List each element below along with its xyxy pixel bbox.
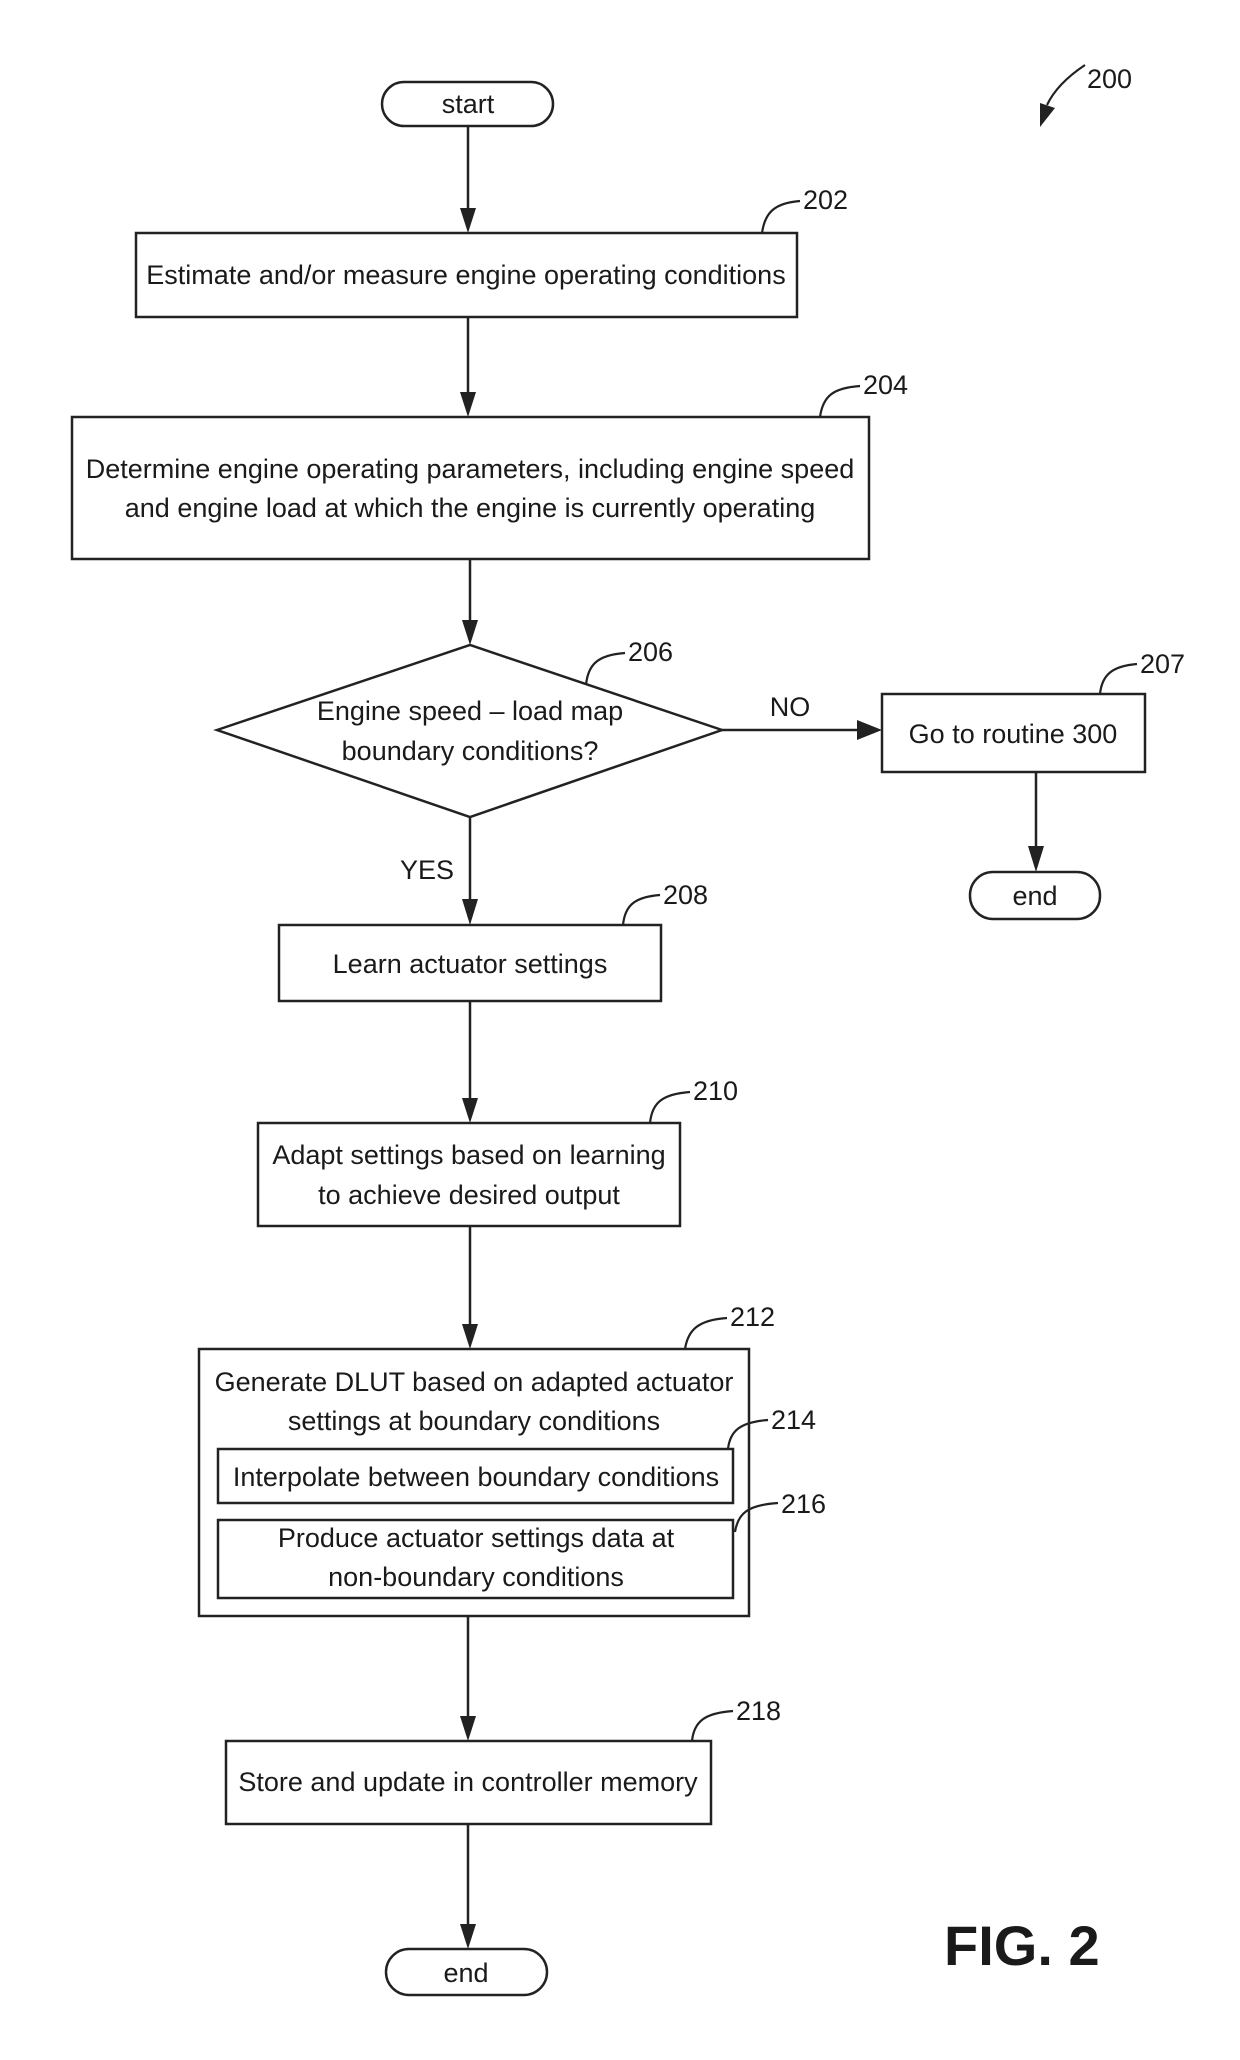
end-right-label: end <box>1012 881 1057 911</box>
step-218: Store and update in controller memory 21… <box>224 1696 781 1826</box>
arrow-212-to-218 <box>460 1616 476 1741</box>
step-207-leader <box>1098 662 1138 695</box>
arrow-206-no-to-207: NO <box>722 692 882 740</box>
end-terminal-right: end <box>968 870 1102 921</box>
reference-200-arrow <box>1046 64 1086 106</box>
step-204-box <box>70 415 871 561</box>
arrow-210-to-212 <box>462 1226 478 1349</box>
decision-206-ref: 206 <box>628 637 673 667</box>
step-208-text: Learn actuator settings <box>333 949 608 979</box>
step-210: Adapt settings based on learning to achi… <box>256 1076 738 1228</box>
step-202-text: Estimate and/or measure engine operating… <box>146 260 785 290</box>
figure-reference-200: 200 <box>1040 64 1132 127</box>
arrow-207-to-end <box>1028 772 1044 872</box>
step-218-text: Store and update in controller memory <box>238 1767 698 1797</box>
step-204-leader <box>818 384 861 418</box>
step-210-text-line2: to achieve desired output <box>318 1180 620 1210</box>
edge-no-label: NO <box>770 692 811 722</box>
step-214-ref: 214 <box>771 1405 816 1435</box>
end-terminal-bottom: end <box>384 1947 549 1997</box>
step-214-text: Interpolate between boundary conditions <box>233 1462 719 1492</box>
edge-yes-label: YES <box>400 855 454 885</box>
decision-206-text-line2: boundary conditions? <box>342 736 599 766</box>
step-207-ref: 207 <box>1140 649 1185 679</box>
start-label: start <box>442 89 495 119</box>
step-202-ref: 202 <box>803 185 848 215</box>
step-218-ref: 218 <box>736 1696 781 1726</box>
step-210-leader <box>648 1090 691 1124</box>
arrow-start-to-202 <box>460 126 476 233</box>
step-212-text-line1: Generate DLUT based on adapted actuator <box>215 1367 734 1397</box>
step-208-leader <box>621 893 661 926</box>
decision-206-text-line1: Engine speed – load map <box>317 696 623 726</box>
step-212-leader <box>683 1316 728 1350</box>
decision-206-leader <box>584 651 626 686</box>
start-terminal: start <box>380 80 555 128</box>
step-212-ref: 212 <box>730 1302 775 1332</box>
arrow-208-to-210 <box>462 1001 478 1123</box>
step-207: Go to routine 300 207 <box>880 649 1185 774</box>
step-202-leader <box>760 199 801 234</box>
step-207-text: Go to routine 300 <box>909 719 1118 749</box>
step-204: Determine engine operating parameters, i… <box>70 370 908 561</box>
step-210-box <box>256 1121 682 1228</box>
arrow-206-yes-to-208: YES <box>400 817 478 925</box>
arrow-202-to-204 <box>460 317 476 417</box>
reference-200-label: 200 <box>1087 64 1132 94</box>
step-202: Estimate and/or measure engine operating… <box>134 185 848 319</box>
figure-label: FIG. 2 <box>944 1914 1100 1977</box>
step-208: Learn actuator settings 208 <box>277 880 708 1003</box>
decision-206-diamond <box>213 643 726 819</box>
step-216-ref: 216 <box>781 1489 826 1519</box>
step-210-text-line1: Adapt settings based on learning <box>272 1140 665 1170</box>
reference-200-arrowhead <box>1040 103 1055 127</box>
step-218-leader <box>690 1709 734 1742</box>
step-216-text-line2: non-boundary conditions <box>328 1562 624 1592</box>
end-bottom-label: end <box>443 1958 488 1988</box>
step-208-ref: 208 <box>663 880 708 910</box>
step-212-text-line2: settings at boundary conditions <box>288 1406 660 1436</box>
flowchart: 200 start Estimate and/or measure engine… <box>70 64 1185 1997</box>
step-204-text-line1: Determine engine operating parameters, i… <box>86 454 855 484</box>
step-204-ref: 204 <box>863 370 908 400</box>
step-210-ref: 210 <box>693 1076 738 1106</box>
step-216-text-line1: Produce actuator settings data at <box>278 1523 675 1553</box>
arrow-204-to-206 <box>462 559 478 645</box>
arrow-218-to-end <box>460 1824 476 1949</box>
decision-206: Engine speed – load map boundary conditi… <box>213 637 726 819</box>
step-204-text-line2: and engine load at which the engine is c… <box>125 493 815 523</box>
